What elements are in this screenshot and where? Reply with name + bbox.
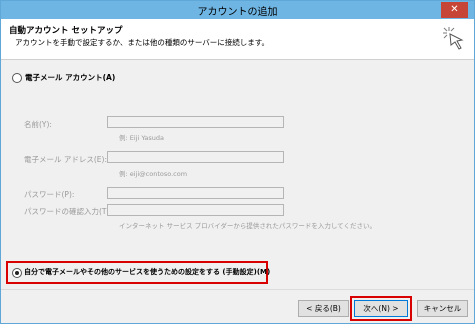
header-title: 自動アカウント セットアップ [9, 26, 123, 36]
password-label: パスワード(P): [24, 190, 75, 199]
close-button[interactable]: ✕ [441, 2, 468, 18]
email-account-label[interactable]: 電子メール アカウント(A) [25, 72, 115, 83]
close-icon: ✕ [450, 4, 459, 15]
name-hint: 例: Eiji Yasuda [119, 134, 165, 142]
next-button[interactable]: 次へ(N) > [354, 300, 408, 317]
footer-separator [1, 289, 474, 290]
name-field[interactable] [107, 116, 284, 128]
back-button[interactable]: < 戻る(B) [298, 300, 349, 317]
title-bar[interactable]: アカウントの追加 ✕ [1, 1, 474, 19]
manual-setup-radio[interactable] [12, 268, 22, 278]
dialog-header: 自動アカウント セットアップ アカウントを手動で設定するか、または他の種類のサー… [1, 19, 474, 60]
manual-setup-label[interactable]: 自分で電子メールやその他のサービスを使うための設定をする (手動設定)(M) [24, 267, 270, 277]
email-address-field[interactable] [107, 151, 284, 163]
password-field[interactable] [107, 187, 284, 199]
window-title: アカウントの追加 [197, 7, 278, 18]
header-description: アカウントを手動で設定するか、または他の種類のサーバーに接続します。 [15, 38, 270, 47]
name-label: 名前(Y): [24, 120, 52, 129]
password-confirm-field[interactable] [107, 204, 284, 216]
sparkle-cursor-icon [443, 27, 464, 50]
email-account-radio[interactable] [12, 73, 22, 83]
password-confirm-label: パスワードの確認入力(T): [24, 207, 112, 216]
email-hint: 例: eiji@contoso.com [119, 170, 188, 178]
password-hint: インターネット サービス プロバイダーから提供されたパスワードを入力してください… [119, 222, 376, 230]
email-address-label: 電子メール アドレス(E): [24, 155, 108, 164]
add-account-dialog: アカウントの追加 ✕ 自動アカウント セットアップ アカウントを手動で設定するか… [0, 0, 475, 324]
cancel-button[interactable]: キャンセル [417, 300, 468, 317]
